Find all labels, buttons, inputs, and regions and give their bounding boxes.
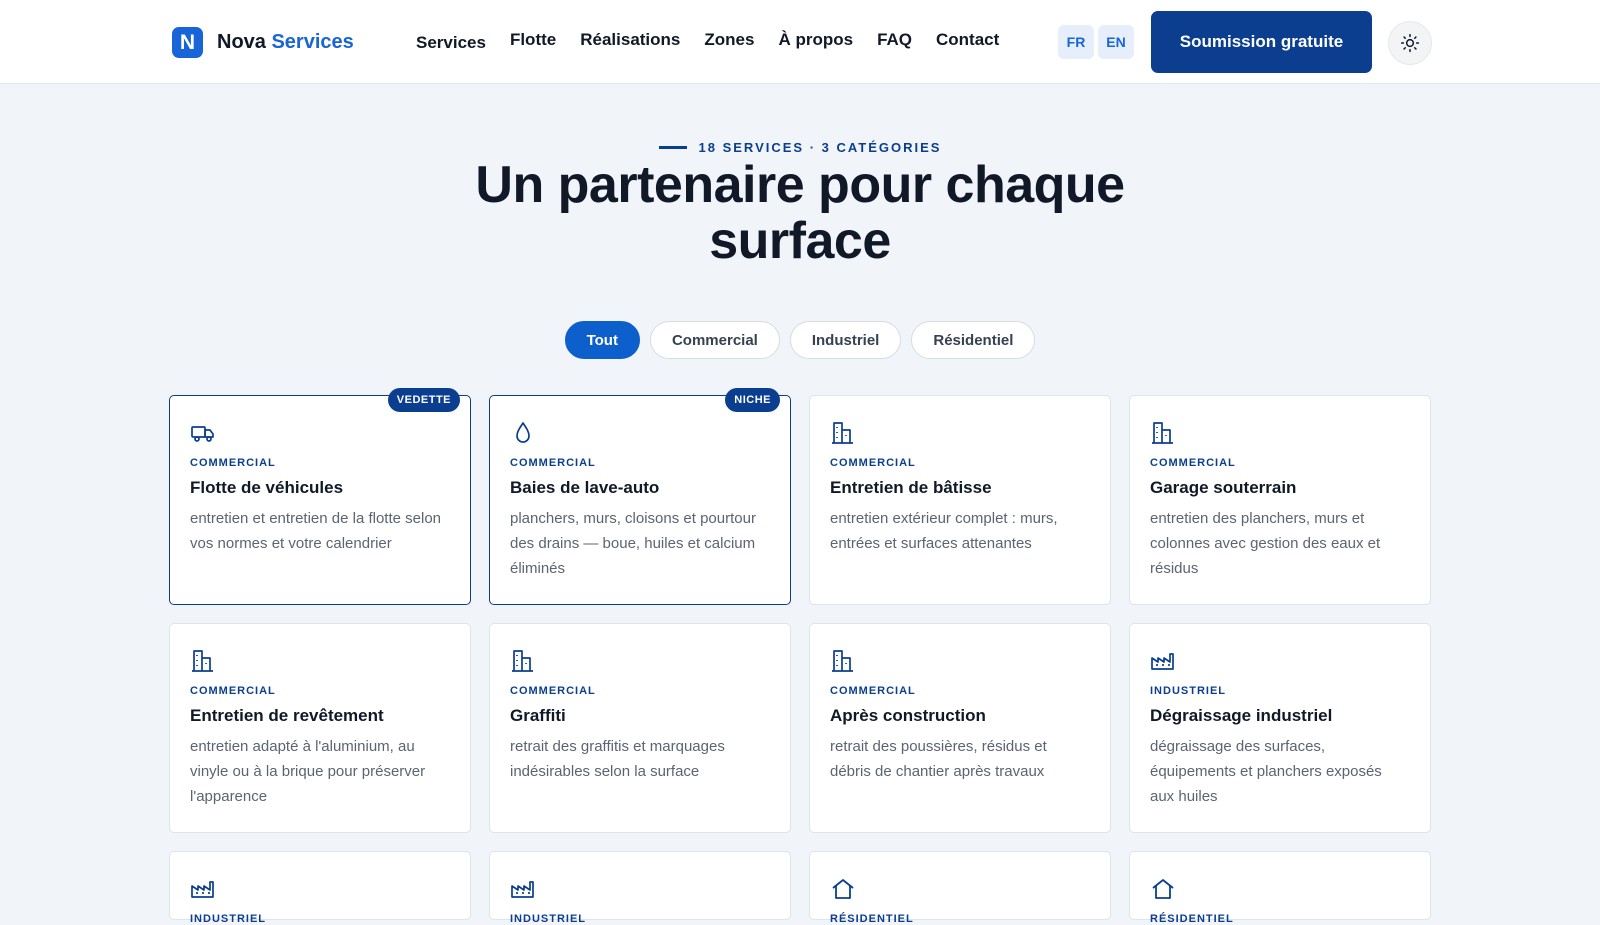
page-title: Un partenaire pour chaque surface [475,156,1125,270]
house-icon [1150,877,1176,901]
nav-item-zones[interactable]: Zones [704,30,754,53]
service-card[interactable]: COMMERCIAL Graffiti retrait des graffiti… [489,623,791,833]
card-description: retrait des graffitis et marquages indés… [510,738,725,780]
service-card[interactable]: INDUSTRIEL [489,851,791,925]
card-category: INDUSTRIEL [510,913,586,925]
card-category: RÉSIDENTIEL [830,913,914,925]
service-card[interactable]: COMMERCIAL Après construction retrait de… [809,623,1111,833]
card-category: COMMERCIAL [510,685,596,697]
building-icon [1150,421,1176,445]
card-category: COMMERCIAL [190,685,276,697]
card-title: Après construction [830,706,986,725]
card-description: entretien extérieur complet : murs, entr… [830,510,1058,552]
main-nav: Services Flotte Réalisations Zones À pro… [416,30,1023,53]
card-category: INDUSTRIEL [1150,685,1226,697]
card-category: COMMERCIAL [1150,457,1236,469]
service-card[interactable]: COMMERCIAL Garage souterrain entretien d… [1129,395,1431,605]
card-category: COMMERCIAL [190,457,276,469]
hero-eyebrow: 18 SERVICES · 3 CATÉGORIES [0,140,1600,155]
card-title: Flotte de véhicules [190,478,344,497]
building-icon [190,649,216,673]
card-description: retrait des poussières, résidus et débri… [830,738,1047,780]
eyebrow-text: 18 SERVICES · 3 CATÉGORIES [698,140,942,155]
nav-item-realisations[interactable]: Réalisations [580,30,680,53]
logo-mark: N [172,27,203,58]
brand-name: Nova Services [217,31,354,54]
service-card[interactable]: VEDETTE COMMERCIAL Flotte de véhicules e… [169,388,471,605]
card-title: Graffiti [510,706,566,725]
sun-icon [1400,33,1420,53]
site-header: N Nova Services Services Flotte Réalisat… [0,0,1600,84]
nav-item-flotte[interactable]: Flotte [510,30,556,53]
brand-name-main: Nova [217,31,266,53]
building-icon [510,649,536,673]
factory-icon [190,877,216,901]
filter-residentiel[interactable]: Résidentiel [911,321,1036,359]
house-icon [830,877,856,901]
nav-item-faq[interactable]: FAQ [877,30,912,53]
droplet-icon [510,421,536,445]
card-description: entretien et entretien de la flotte selo… [190,510,442,552]
service-card[interactable]: COMMERCIAL Entretien de revêtement entre… [169,623,471,833]
niche-badge: NICHE [725,388,780,412]
eyebrow-line [658,145,687,149]
factory-icon [1150,649,1176,673]
card-title: Dégraissage industriel [1150,706,1333,725]
service-card[interactable]: RÉSIDENTIEL [809,851,1111,925]
card-category: INDUSTRIEL [190,913,266,925]
card-description: entretien adapté à l'aluminium, au vinyl… [190,738,426,805]
lang-fr-button[interactable]: FR [1058,25,1094,59]
card-description: entretien des planchers, murs et colonne… [1150,510,1381,577]
filter-industriel[interactable]: Industriel [789,321,902,359]
brand-logo[interactable]: N Nova Services [172,27,354,58]
free-quote-button[interactable]: Soumission gratuite [1151,11,1372,73]
card-description: planchers, murs, cloisons et pourtour de… [510,510,756,577]
card-category: COMMERCIAL [830,685,916,697]
category-filters: Tout Commercial Industriel Résidentiel [0,321,1600,359]
card-category: RÉSIDENTIEL [1150,913,1234,925]
building-icon [830,649,856,673]
nav-item-contact[interactable]: Contact [936,30,999,53]
card-title: Garage souterrain [1150,478,1297,497]
service-card[interactable]: INDUSTRIEL Dégraissage industriel dégrai… [1129,623,1431,833]
factory-icon [510,877,536,901]
card-title: Entretien de bâtisse [830,478,992,497]
building-icon [830,421,856,445]
service-card[interactable]: NICHE COMMERCIAL Baies de lave-auto plan… [489,388,791,605]
filter-tout[interactable]: Tout [564,321,640,359]
card-title: Baies de lave-auto [510,478,660,497]
theme-toggle-button[interactable] [1388,21,1432,65]
nav-item-services[interactable]: Services [416,33,486,53]
filter-commercial[interactable]: Commercial [649,321,780,359]
featured-badge: VEDETTE [387,388,460,412]
nav-item-a-propos[interactable]: À propos [778,30,853,53]
service-card[interactable]: COMMERCIAL Entretien de bâtisse entretie… [809,395,1111,605]
truck-icon [190,421,216,445]
service-card[interactable]: RÉSIDENTIEL [1129,851,1431,925]
card-category: COMMERCIAL [510,457,596,469]
card-category: COMMERCIAL [830,457,916,469]
card-title: Entretien de revêtement [190,706,384,725]
service-card[interactable]: INDUSTRIEL [169,851,471,925]
brand-name-accent: Services [271,31,354,53]
card-description: dégraissage des surfaces, équipements et… [1150,738,1382,805]
lang-en-button[interactable]: EN [1098,25,1134,59]
